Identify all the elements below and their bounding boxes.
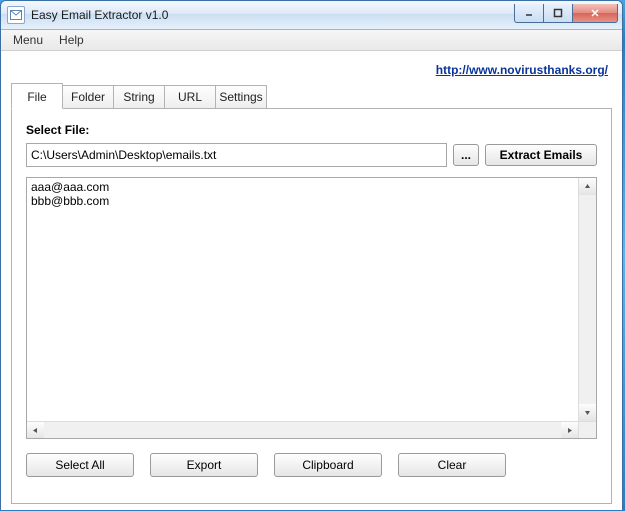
window-title: Easy Email Extractor v1.0: [31, 8, 168, 22]
tab-folder[interactable]: Folder: [62, 85, 114, 108]
close-button[interactable]: [573, 4, 618, 23]
app-window: Easy Email Extractor v1.0 Menu Help http…: [0, 0, 623, 509]
results-box: aaa@aaa.com bbb@bbb.com: [26, 177, 597, 439]
vertical-scrollbar[interactable]: [578, 178, 596, 421]
menu-help[interactable]: Help: [51, 31, 92, 49]
horizontal-scrollbar[interactable]: [27, 421, 578, 438]
app-icon: [7, 6, 25, 24]
vendor-link-row: http://www.novirusthanks.org/: [11, 59, 612, 79]
vendor-link[interactable]: http://www.novirusthanks.org/: [436, 63, 608, 77]
browse-button[interactable]: ...: [453, 144, 479, 166]
select-all-button[interactable]: Select All: [26, 453, 134, 477]
tab-settings[interactable]: Settings: [215, 85, 267, 108]
clipboard-button[interactable]: Clipboard: [274, 453, 382, 477]
file-row: ... Extract Emails: [26, 143, 597, 167]
titlebar: Easy Email Extractor v1.0: [1, 1, 622, 30]
window-controls: [514, 4, 618, 23]
scroll-up-icon[interactable]: [579, 178, 596, 195]
scroll-left-icon[interactable]: [27, 422, 44, 439]
minimize-button[interactable]: [514, 4, 544, 23]
tab-url[interactable]: URL: [164, 85, 216, 108]
scroll-right-icon[interactable]: [561, 422, 578, 439]
scroll-corner: [578, 421, 596, 439]
tab-file[interactable]: File: [11, 83, 63, 109]
vscroll-track[interactable]: [579, 195, 596, 404]
tab-panel-file: Select File: ... Extract Emails aaa@aaa.…: [11, 108, 612, 504]
maximize-button[interactable]: [544, 4, 573, 23]
file-path-input[interactable]: [26, 143, 447, 167]
clear-button[interactable]: Clear: [398, 453, 506, 477]
extract-emails-button[interactable]: Extract Emails: [485, 144, 597, 166]
tab-string[interactable]: String: [113, 85, 165, 108]
hscroll-track[interactable]: [44, 422, 561, 438]
tabstrip: File Folder String URL Settings: [11, 83, 612, 108]
export-button[interactable]: Export: [150, 453, 258, 477]
client-area: http://www.novirusthanks.org/ File Folde…: [1, 51, 622, 510]
select-file-label: Select File:: [26, 123, 597, 137]
menubar: Menu Help: [1, 30, 622, 51]
menu-menu[interactable]: Menu: [5, 31, 51, 49]
bottom-button-row: Select All Export Clipboard Clear: [26, 453, 597, 477]
scroll-down-icon[interactable]: [579, 404, 596, 421]
results-text[interactable]: aaa@aaa.com bbb@bbb.com: [27, 178, 578, 421]
